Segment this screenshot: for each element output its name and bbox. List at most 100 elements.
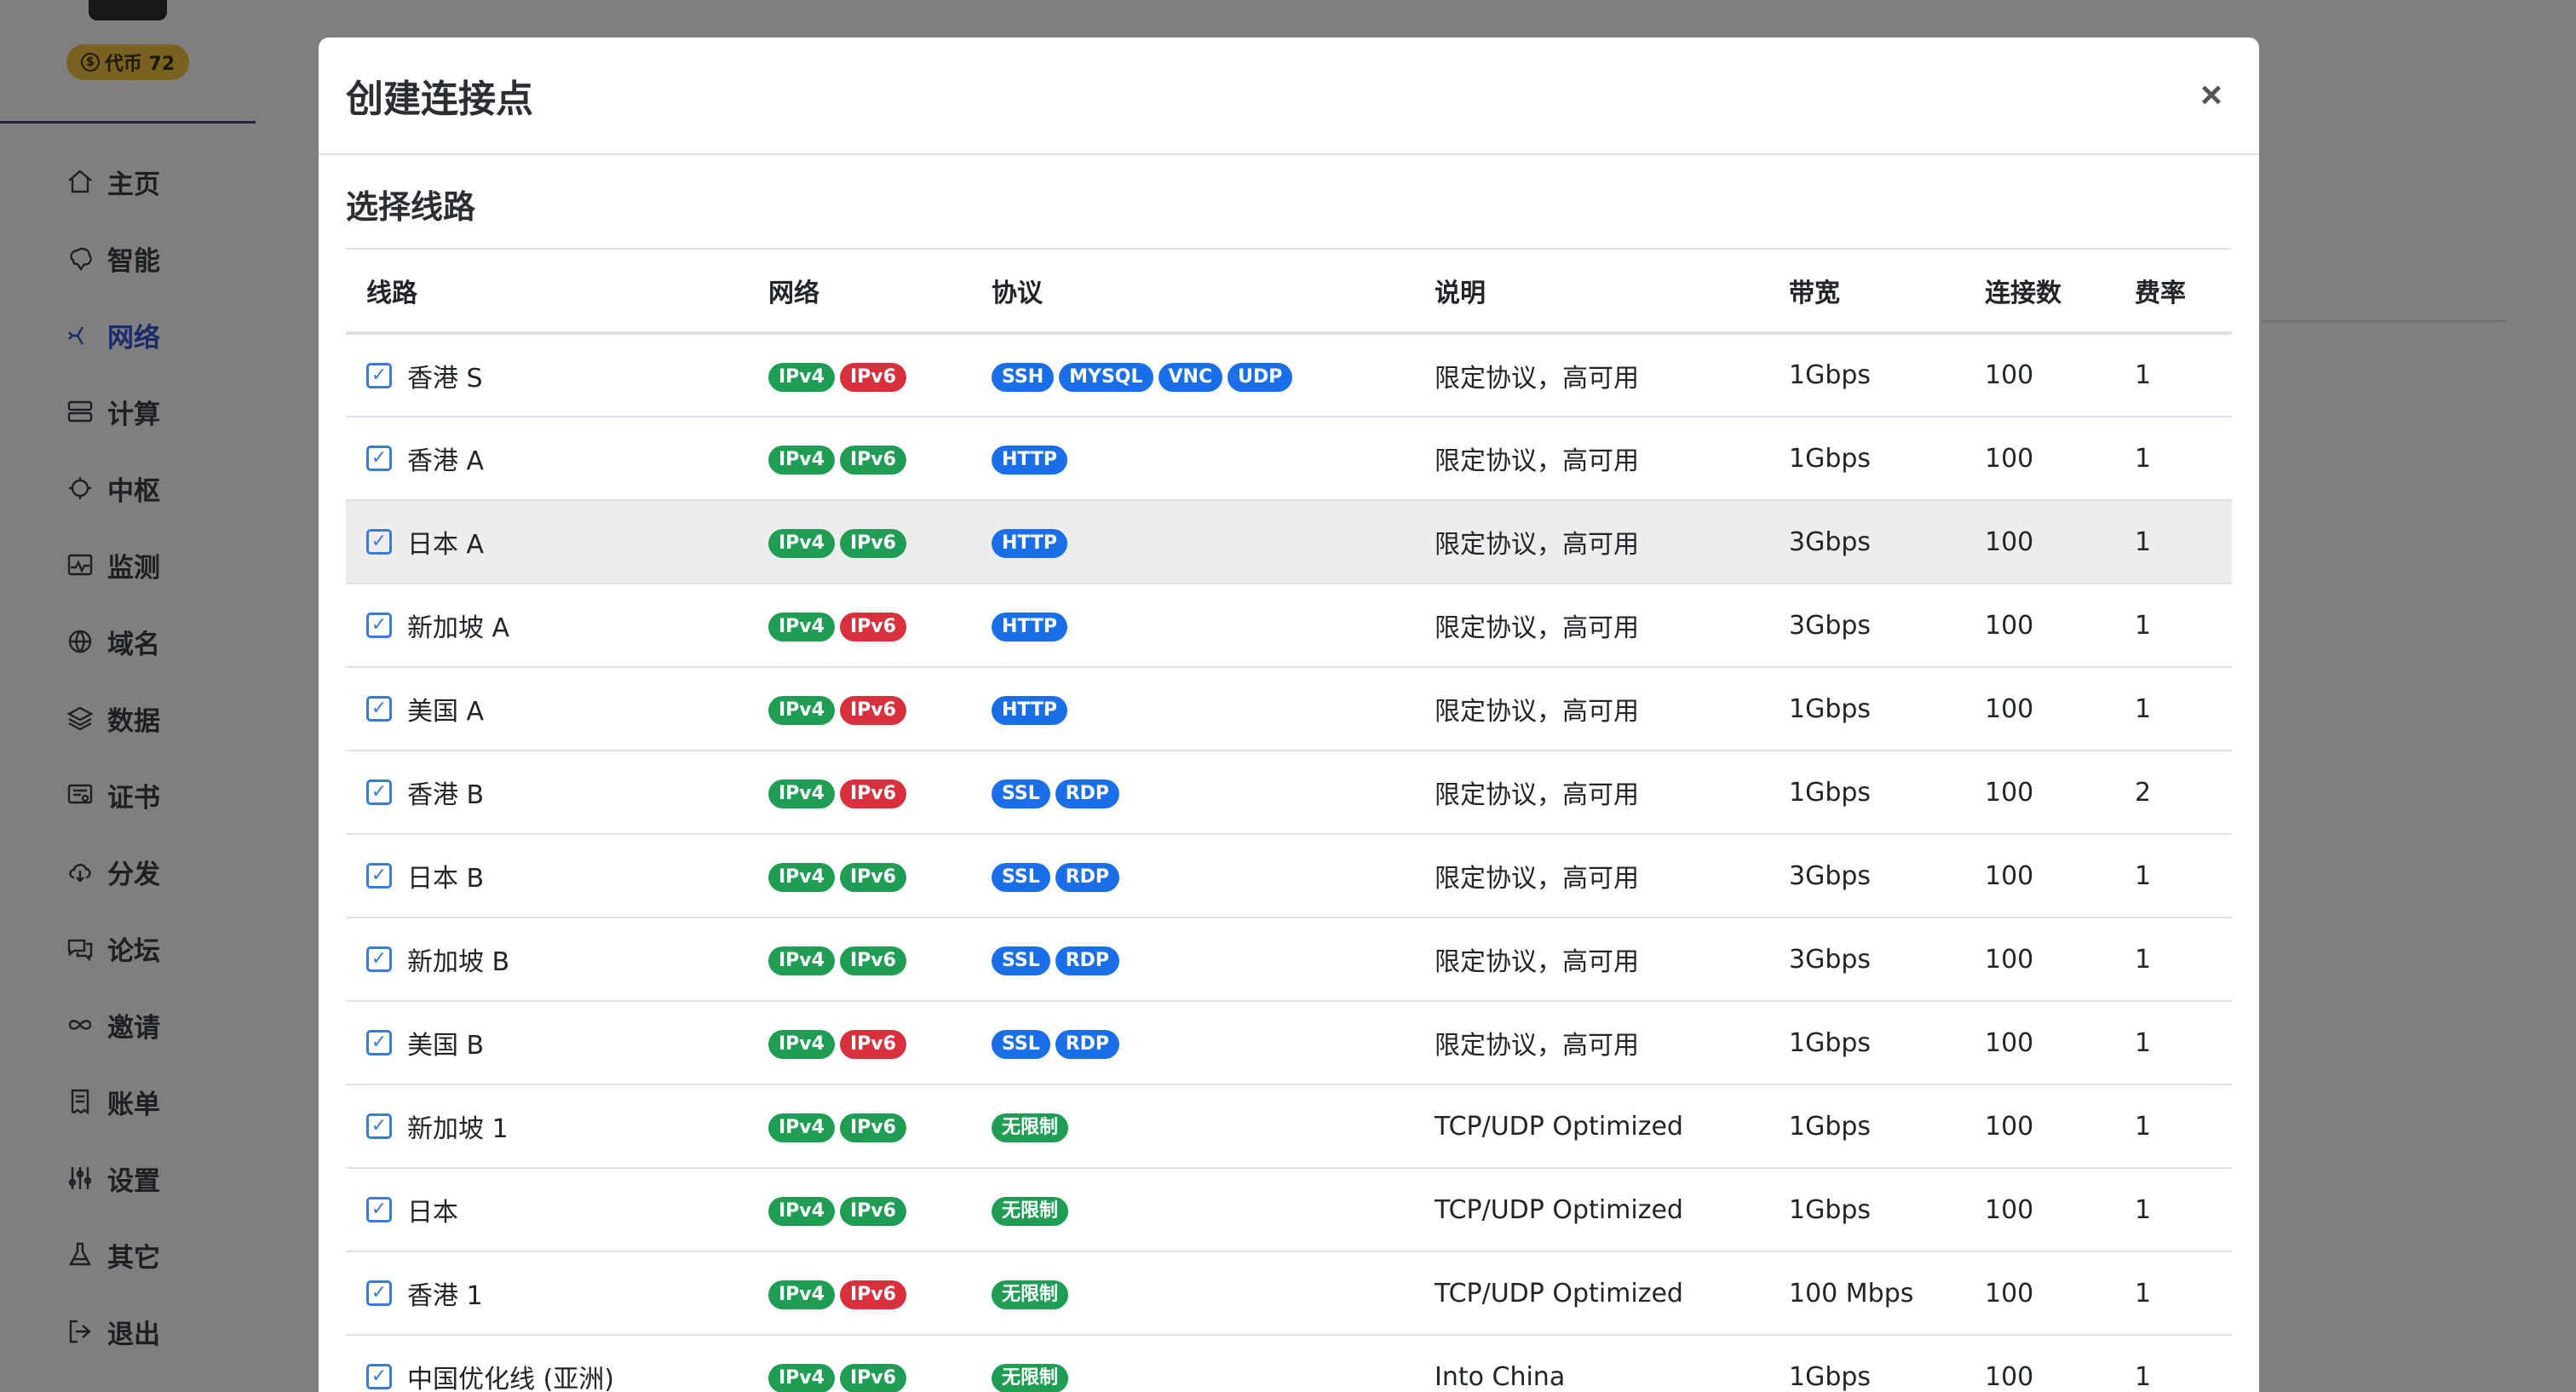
table-row[interactable]: ✓ 香港 A IPv4 IPv6 HTTP 限定协议，高可用 1Gbps 100 1 xyxy=(346,417,2232,501)
bandwidth-cell: 3Gbps xyxy=(1768,834,1964,918)
network-badge: IPv6 xyxy=(839,1030,906,1059)
table-row[interactable]: ✓ 香港 S IPv4 IPv6 SSH MYSQL VNC UDP 限定协议，高可用 1Gbps… xyxy=(346,333,2232,417)
protocol-badge: SSL xyxy=(992,946,1050,975)
route-checkbox[interactable]: ✓ xyxy=(366,779,392,805)
table-row[interactable]: ✓ 香港 1 IPv4 IPv6 无限制 TCP/UDP Optimized 100 Mbp… xyxy=(346,1251,2232,1336)
route-checkbox[interactable]: ✓ xyxy=(366,1364,392,1389)
table-row[interactable]: ✓ 美国 B IPv4 IPv6 SSL RDP 限定协议，高可用 1Gbps 100 1 xyxy=(346,1001,2232,1085)
route-name: 日本 xyxy=(407,1198,458,1228)
route-cell: ✓ 新加坡 1 xyxy=(346,1084,748,1169)
table-row[interactable]: ✓ 新加坡 B IPv4 IPv6 SSL RDP 限定协议，高可用 3Gbps 100 1 xyxy=(346,917,2232,1002)
route-checkbox[interactable]: ✓ xyxy=(366,1113,392,1139)
table-row[interactable]: ✓ 日本 B IPv4 IPv6 SSL RDP 限定协议，高可用 3Gbps 100 1 xyxy=(346,834,2232,918)
route-checkbox[interactable]: ✓ xyxy=(366,613,392,638)
route-checkbox[interactable]: ✓ xyxy=(366,1280,392,1306)
protocol-badge: HTTP xyxy=(992,529,1068,558)
column-header-connections: 连接数 xyxy=(1964,250,2114,335)
protocol-cell: 无限制 xyxy=(971,1335,1414,1392)
close-button[interactable]: × xyxy=(2191,75,2232,116)
route-checkbox[interactable]: ✓ xyxy=(366,446,392,471)
rate-cell: 1 xyxy=(2114,1084,2232,1169)
connections-cell: 100 xyxy=(1964,1001,2114,1085)
protocol-cell: 无限制 xyxy=(971,1084,1414,1169)
protocol-cell: SSL RDP xyxy=(971,751,1414,835)
network-cell: IPv4 IPv6 xyxy=(748,333,971,417)
network-cell: IPv4 IPv6 xyxy=(748,1001,971,1085)
create-endpoint-modal: 创建连接点 × 选择线路 线路 网络 协议 说明 带宽 连接数 费率 ✓ 香港 S… xyxy=(319,37,2259,1392)
route-checkbox[interactable]: ✓ xyxy=(366,946,392,972)
route-cell: ✓ 美国 A xyxy=(346,667,748,751)
network-badge: IPv6 xyxy=(839,1364,906,1392)
protocol-badge: SSL xyxy=(992,863,1050,892)
description-cell: 限定协议，高可用 xyxy=(1414,834,1768,918)
route-checkbox[interactable]: ✓ xyxy=(366,362,392,388)
table-row[interactable]: ✓ 日本 A IPv4 IPv6 HTTP 限定协议，高可用 3Gbps 100 1 xyxy=(346,500,2232,584)
route-name: 新加坡 A xyxy=(407,613,510,643)
connections-cell: 100 xyxy=(1964,667,2114,751)
bandwidth-cell: 1Gbps xyxy=(1768,1084,1964,1169)
column-header-route: 线路 xyxy=(346,250,748,335)
network-badge: IPv6 xyxy=(839,946,906,975)
route-checkbox[interactable]: ✓ xyxy=(366,863,392,889)
protocol-cell: SSL RDP xyxy=(971,834,1414,918)
table-row[interactable]: ✓ 中国优化线 (亚洲) IPv4 IPv6 无限制 Into China 1Gbps 100… xyxy=(346,1335,2232,1392)
connections-cell: 100 xyxy=(1964,333,2114,417)
route-name: 香港 1 xyxy=(407,1281,483,1311)
network-badge: IPv6 xyxy=(839,779,906,808)
route-cell: ✓ 香港 S xyxy=(346,333,748,417)
bandwidth-cell: 3Gbps xyxy=(1768,500,1964,584)
table-row[interactable]: ✓ 新加坡 1 IPv4 IPv6 无限制 TCP/UDP Optimized 1Gbps 1… xyxy=(346,1084,2232,1169)
network-badge: IPv4 xyxy=(768,1280,835,1309)
description-cell: TCP/UDP Optimized xyxy=(1414,1168,1768,1252)
route-checkbox[interactable]: ✓ xyxy=(366,696,392,722)
protocol-cell: HTTP xyxy=(971,667,1414,751)
protocol-cell: SSL RDP xyxy=(971,917,1414,1002)
rate-cell: 1 xyxy=(2114,1001,2232,1085)
connections-cell: 100 xyxy=(1964,1251,2114,1336)
protocol-badge: SSL xyxy=(992,1030,1050,1059)
table-row[interactable]: ✓ 日本 IPv4 IPv6 无限制 TCP/UDP Optimized 1Gbps 100 1 xyxy=(346,1168,2232,1252)
description-cell: 限定协议，高可用 xyxy=(1414,584,1768,668)
rate-cell: 2 xyxy=(2114,751,2232,835)
description-cell: TCP/UDP Optimized xyxy=(1414,1084,1768,1169)
table-row[interactable]: ✓ 美国 A IPv4 IPv6 HTTP 限定协议，高可用 1Gbps 100 1 xyxy=(346,667,2232,751)
network-badge: IPv4 xyxy=(768,1364,835,1392)
network-cell: IPv4 IPv6 xyxy=(748,1335,971,1392)
protocol-badge: HTTP xyxy=(992,613,1068,641)
network-badge: IPv6 xyxy=(839,863,906,892)
route-name: 美国 A xyxy=(407,697,485,727)
bandwidth-cell: 3Gbps xyxy=(1768,917,1964,1002)
table-row[interactable]: ✓ 新加坡 A IPv4 IPv6 HTTP 限定协议，高可用 3Gbps 100 1 xyxy=(346,584,2232,668)
network-badge: IPv6 xyxy=(839,1197,906,1226)
rate-cell: 1 xyxy=(2114,917,2232,1002)
network-cell: IPv4 IPv6 xyxy=(748,1251,971,1336)
connections-cell: 100 xyxy=(1964,500,2114,584)
column-header-protocol: 协议 xyxy=(971,250,1414,335)
table-row[interactable]: ✓ 香港 B IPv4 IPv6 SSL RDP 限定协议，高可用 1Gbps 100 2 xyxy=(346,751,2232,835)
protocol-cell: SSH MYSQL VNC UDP xyxy=(971,333,1414,417)
route-checkbox[interactable]: ✓ xyxy=(366,1030,392,1056)
protocol-badge: 无限制 xyxy=(992,1280,1069,1309)
column-header-rate: 费率 xyxy=(2114,250,2232,335)
protocol-cell: HTTP xyxy=(971,584,1414,668)
route-name: 中国优化线 (亚洲) xyxy=(407,1365,614,1392)
bandwidth-cell: 1Gbps xyxy=(1768,1335,1964,1392)
protocol-badge: SSL xyxy=(992,779,1050,808)
column-header-bandwidth: 带宽 xyxy=(1768,250,1964,335)
protocol-cell: SSL RDP xyxy=(971,1001,1414,1085)
description-cell: 限定协议，高可用 xyxy=(1414,667,1768,751)
protocol-badge: 无限制 xyxy=(992,1113,1069,1142)
connections-cell: 100 xyxy=(1964,584,2114,668)
route-name: 香港 A xyxy=(407,446,485,476)
route-checkbox[interactable]: ✓ xyxy=(366,529,392,555)
network-cell: IPv4 IPv6 xyxy=(748,1084,971,1169)
rate-cell: 1 xyxy=(2114,834,2232,918)
protocol-badge: MYSQL xyxy=(1059,362,1153,392)
description-cell: 限定协议，高可用 xyxy=(1414,333,1768,417)
rate-cell: 1 xyxy=(2114,1335,2232,1392)
network-badge: IPv4 xyxy=(768,1197,835,1226)
route-name: 香港 B xyxy=(407,780,485,810)
connections-cell: 100 xyxy=(1964,1335,2114,1392)
network-cell: IPv4 IPv6 xyxy=(748,667,971,751)
route-checkbox[interactable]: ✓ xyxy=(366,1197,392,1222)
